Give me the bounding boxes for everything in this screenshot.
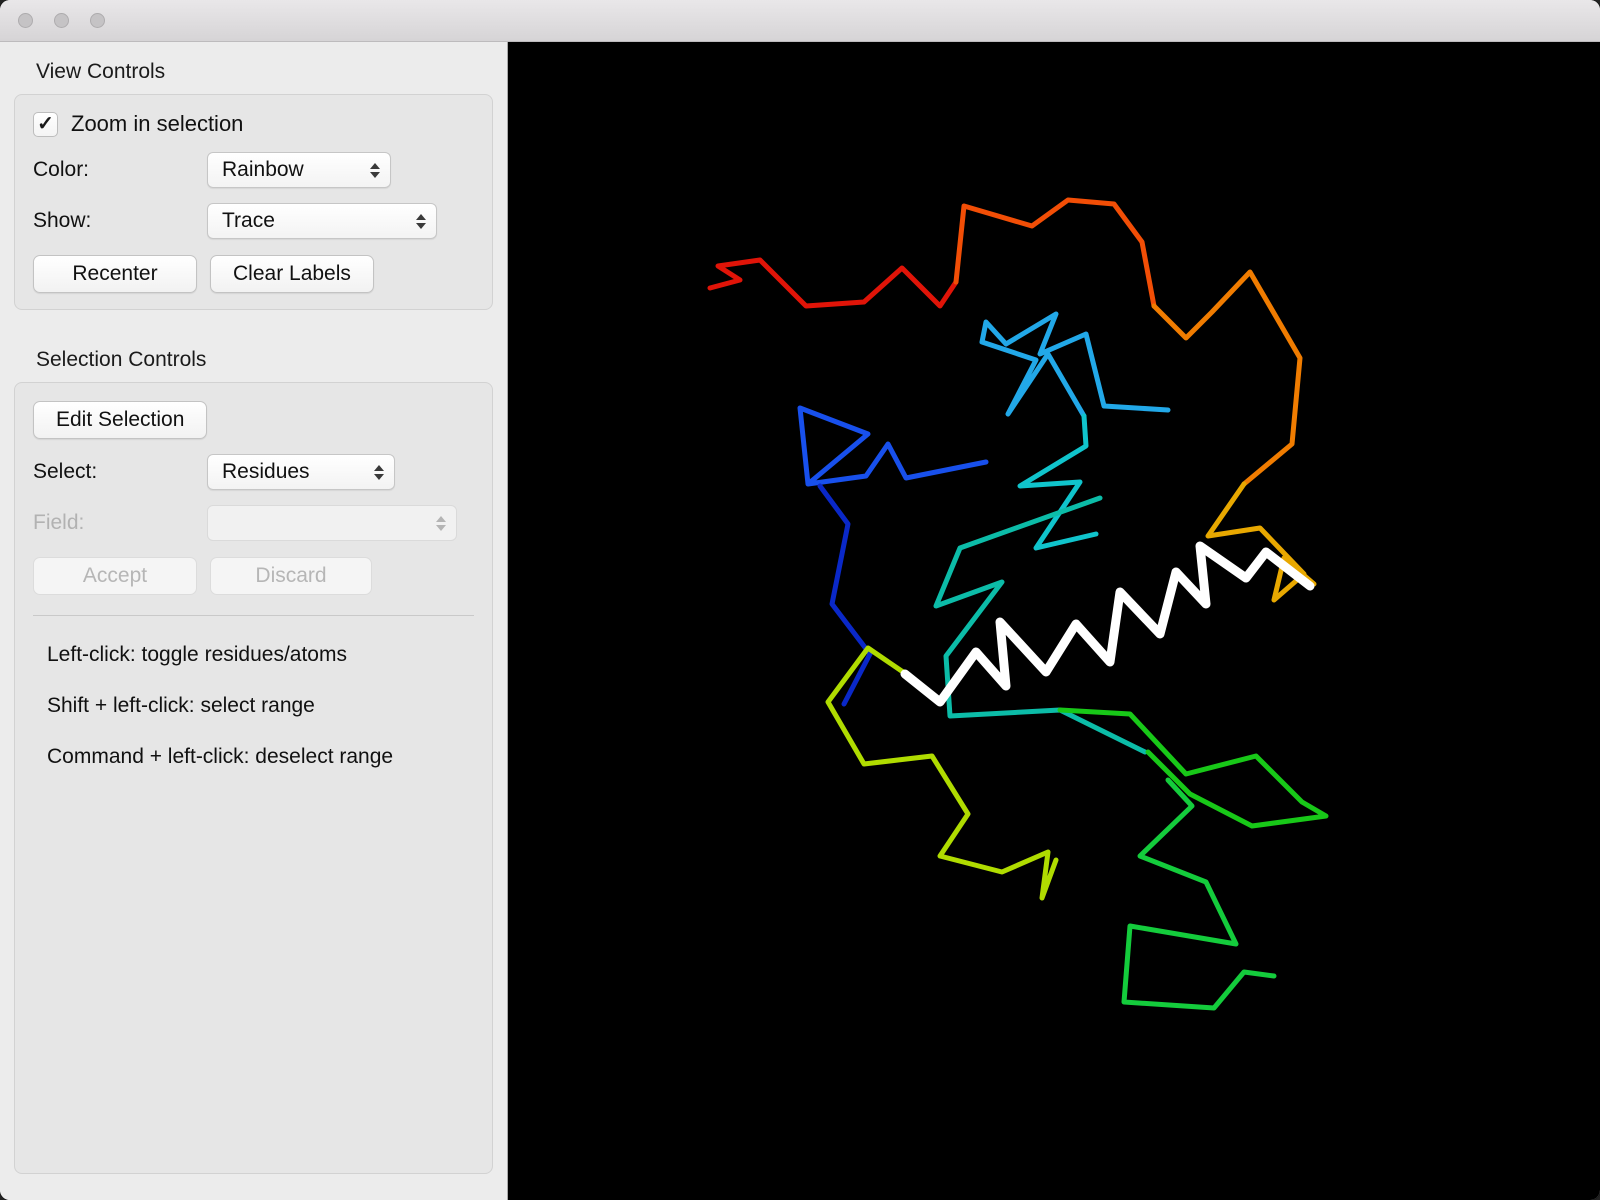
instructions: Left-click: toggle residues/atoms Shift … (33, 643, 474, 769)
recenter-button[interactable]: Recenter (33, 255, 197, 293)
clear-labels-button[interactable]: Clear Labels (210, 255, 374, 293)
zoom-in-selection-checkbox[interactable]: ✓ (33, 111, 58, 137)
trace-segment-blue[interactable] (797, 405, 989, 487)
instruction-shift-click: Shift + left-click: select range (47, 694, 315, 717)
select-dropdown[interactable]: Residues (207, 454, 395, 490)
trace-segment-gold[interactable] (1205, 481, 1317, 603)
close-button[interactable] (18, 13, 33, 28)
view-buttons-row: Recenter Clear Labels (33, 255, 474, 293)
selection-controls-heading: Selection Controls (36, 348, 207, 371)
show-label: Show: (33, 209, 92, 232)
trace-segment-sky-blue[interactable] (979, 311, 1171, 419)
zoom-button[interactable] (90, 13, 105, 28)
instruction-left-click: Left-click: toggle residues/atoms (47, 643, 347, 666)
chevron-updown-icon (370, 162, 380, 178)
color-dropdown-value: Rainbow (222, 158, 304, 181)
accept-discard-row: Accept Discard (33, 557, 474, 595)
divider (33, 615, 474, 616)
window-controls (18, 13, 105, 28)
trace-segment-chartreuse[interactable] (825, 645, 1059, 901)
molecule-viewport[interactable] (508, 42, 1600, 1200)
field-dropdown (207, 505, 457, 541)
view-controls-heading: View Controls (36, 60, 166, 83)
trace-segment-dark-blue[interactable] (817, 483, 873, 707)
protein-trace (707, 197, 1329, 1011)
checkmark-icon: ✓ (37, 113, 54, 135)
trace-segment-selection[interactable] (900, 541, 1315, 707)
view-controls-group: ✓ Zoom in selection Color: Rainbow Show: (14, 94, 493, 310)
selection-controls-group: Edit Selection Select: Residues Field: A… (14, 382, 493, 1174)
zoom-in-selection-row[interactable]: ✓ Zoom in selection (33, 111, 474, 137)
title-bar[interactable] (0, 0, 1600, 42)
field-label: Field: (33, 511, 85, 534)
window-content: View Controls ✓ Zoom in selection Color:… (0, 42, 1600, 1200)
chevron-updown-icon (436, 515, 446, 531)
select-label: Select: (33, 460, 98, 483)
show-dropdown-value: Trace (222, 209, 275, 232)
select-dropdown-value: Residues (222, 460, 310, 483)
trace-segment-orange[interactable] (1151, 269, 1303, 487)
discard-button: Discard (210, 557, 372, 595)
trace-segment-red[interactable] (707, 257, 959, 309)
chevron-updown-icon (416, 213, 426, 229)
accept-button: Accept (33, 557, 197, 595)
trace-segment-orange-red[interactable] (953, 197, 1157, 309)
edit-selection-button[interactable]: Edit Selection (33, 401, 208, 439)
color-dropdown[interactable]: Rainbow (207, 152, 391, 188)
trace-segment-green-lower[interactable] (1121, 777, 1277, 1011)
show-row: Show: Trace (33, 203, 474, 239)
sidebar: View Controls ✓ Zoom in selection Color:… (0, 42, 508, 1200)
color-row: Color: Rainbow (33, 152, 474, 188)
app-window: View Controls ✓ Zoom in selection Color:… (0, 0, 1600, 1200)
show-dropdown[interactable]: Trace (207, 203, 437, 239)
chevron-updown-icon (374, 464, 384, 480)
instruction-command-click: Command + left-click: deselect range (47, 745, 394, 768)
field-row: Field: (33, 505, 474, 541)
color-label: Color: (33, 158, 90, 181)
trace-segment-cyan[interactable] (1017, 413, 1099, 551)
select-row: Select: Residues (33, 454, 474, 490)
edit-selection-row: Edit Selection (33, 401, 474, 439)
zoom-in-selection-label: Zoom in selection (71, 111, 244, 136)
minimize-button[interactable] (54, 13, 69, 28)
